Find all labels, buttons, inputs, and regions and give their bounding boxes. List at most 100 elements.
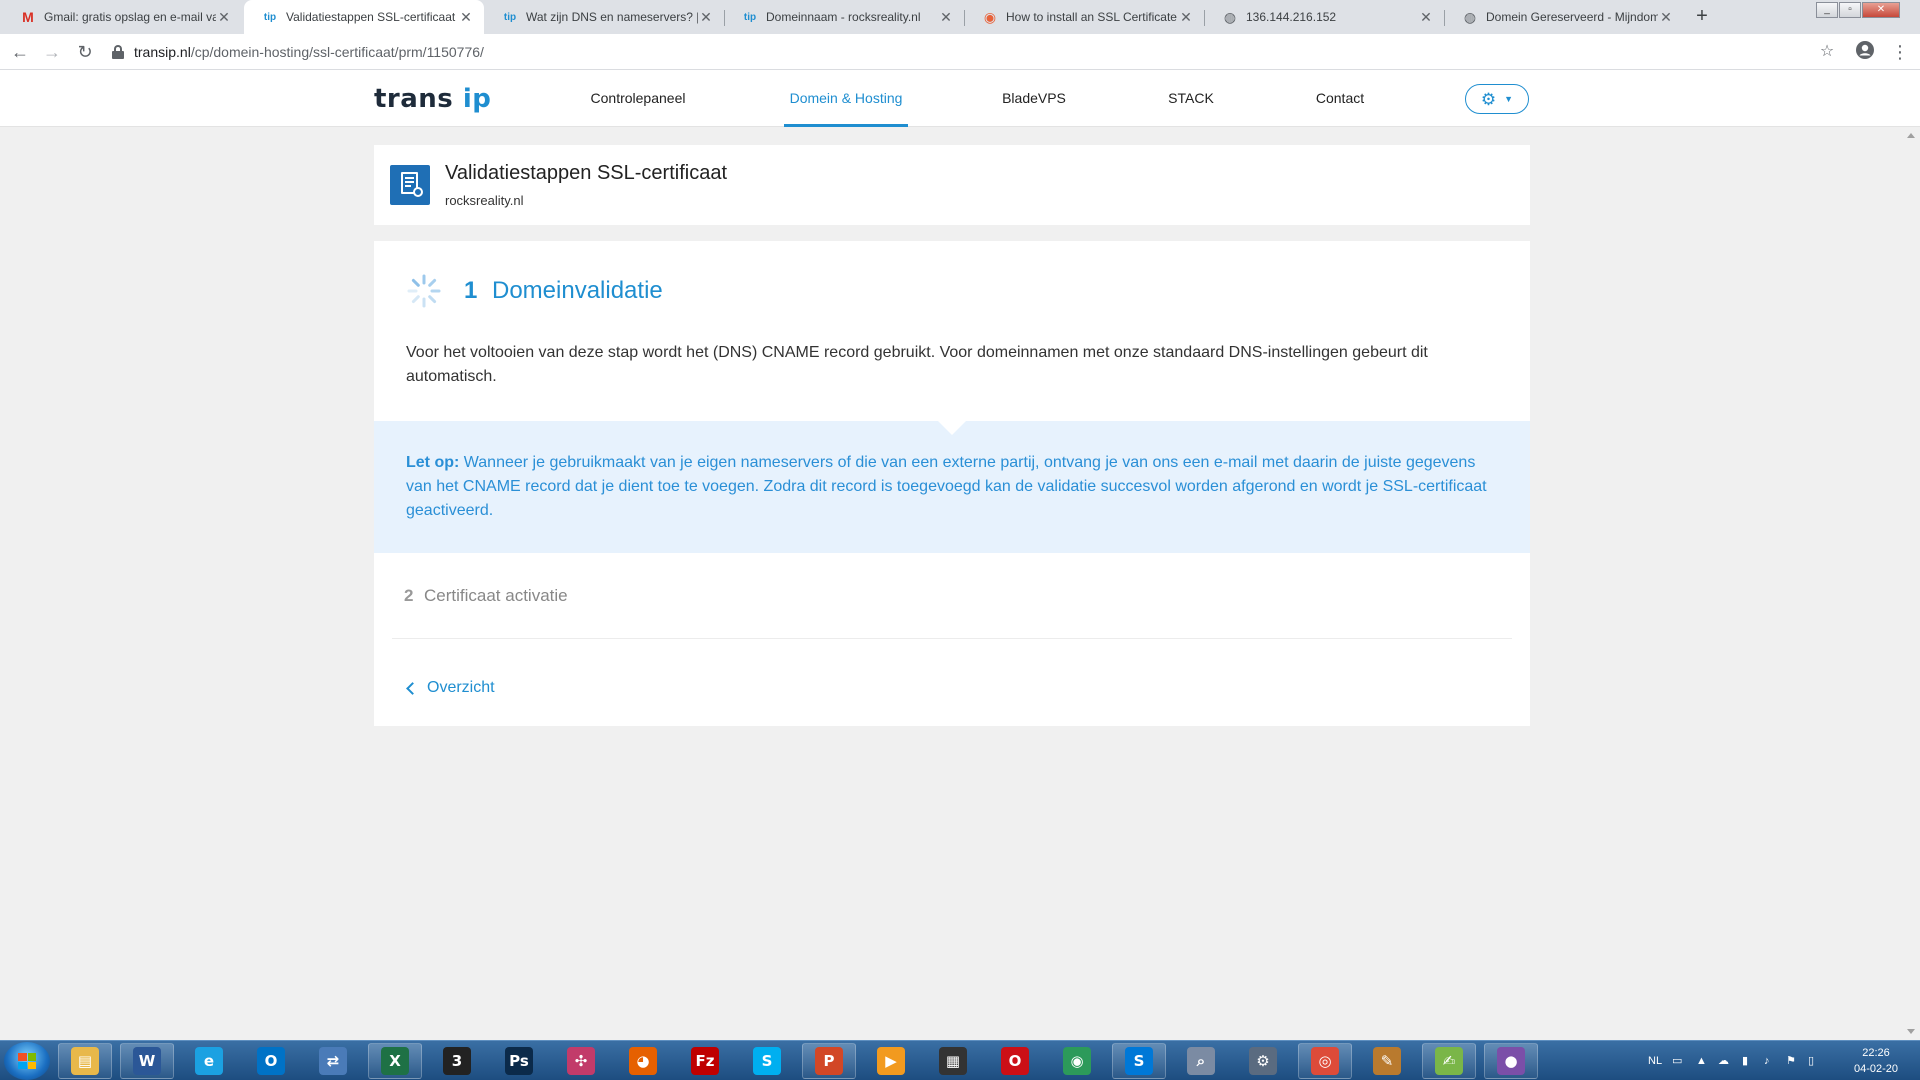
tray-flag-icon[interactable]: ⚑ [1786,1041,1796,1080]
step-1-title: Domeinvalidatie [492,277,663,304]
browser-tab-dns-nameservers[interactable]: tip Wat zijn DNS en nameservers? | T ✕ [484,0,724,34]
certificate-document-icon [390,165,430,205]
skype-icon: S [753,1047,781,1075]
app3-icon: 3 [443,1047,471,1075]
tab-close-icon[interactable]: ✕ [1178,9,1194,26]
address-bar[interactable]: transip.nl/cp/domein-hosting/ssl-certifi… [112,39,1792,65]
pen-icon: ✎ [1373,1047,1401,1075]
url-host: transip.nl [134,44,191,60]
nav-stack[interactable]: STACK [1160,70,1222,127]
transip-logo[interactable]: trans ip [374,84,491,114]
site-header: trans ip Controlepaneel Domein & Hosting… [0,70,1920,127]
tray-network-icon[interactable]: ▮ [1742,1041,1748,1080]
nav-contact[interactable]: Contact [1310,70,1370,127]
windows-taskbar: ▤ We O ⇄ X 3 Ps ✣ ◕ Fz S P ▶ ▦ O ◉ S ⌕ ⚙ ◎ ✎ ✍ ● NL ▭ ▲ ☁ ▮ ♪ … [0,1040,1920,1080]
step-2-number: 2 [404,586,414,605]
taskbar-app-globe-app[interactable]: ◉ [1050,1043,1104,1079]
back-arrow-icon[interactable]: ← [8,40,32,64]
taskbar-app-word[interactable]: W [120,1043,174,1079]
tray-cloud-icon[interactable]: ☁ [1718,1041,1729,1080]
tray-volume-icon[interactable]: ♪ [1764,1041,1770,1080]
tab-close-icon[interactable]: ✕ [938,9,954,26]
media-player-icon: ▶ [877,1047,905,1075]
reload-icon[interactable]: ↻ [73,40,97,64]
taskbar-app-notepad[interactable]: ✍ [1422,1043,1476,1079]
new-tab-button[interactable]: + [1690,5,1714,29]
overview-back-link[interactable]: Overzicht [404,679,495,697]
browser-tab-ip-address[interactable]: ◍ 136.144.216.152 ✕ [1204,0,1444,34]
tab-close-icon[interactable]: ✕ [216,9,232,26]
tray-clock[interactable]: 22:26 04-02-20 [1846,1045,1906,1077]
cat-icon: ● [1497,1047,1525,1075]
start-button[interactable] [4,1042,50,1080]
taskbar-app-app-3[interactable]: 3 [430,1043,484,1079]
taskbar-app-outlook[interactable]: O [244,1043,298,1079]
nav-domein-hosting[interactable]: Domein & Hosting [784,70,908,127]
tray-language[interactable]: NL [1648,1041,1662,1080]
browser-tab-domein-gereserveerd[interactable]: ◍ Domein Gereserveerd - Mijndom ✕ [1444,0,1684,34]
taskbar-app-sniffer[interactable]: ⌕ [1174,1043,1228,1079]
tab-close-icon[interactable]: ✕ [1418,9,1434,26]
browser-tab-install-ssl[interactable]: ◉ How to install an SSL Certificate c ✕ [964,0,1204,34]
minimize-button[interactable]: _ [1816,2,1838,18]
browser-menu-icon[interactable]: ⋮ [1888,40,1912,64]
url-path: /cp/domein-hosting/ssl-certificaat/prm/1… [190,44,484,60]
site-icon: ◉ [983,8,997,25]
step-2-title[interactable]: Certificaat activatie [424,586,568,606]
taskbar-app-app-cat[interactable]: ● [1484,1043,1538,1079]
globe-icon: ◍ [1223,8,1237,25]
taskbar-app-explorer[interactable]: ▤ [58,1043,112,1079]
profile-avatar-icon[interactable] [1853,40,1877,64]
tray-battery-icon[interactable]: ▯ [1808,1041,1814,1080]
gear-app-icon: ⚙ [1249,1047,1277,1075]
notepad-icon: ✍ [1435,1047,1463,1075]
tray-keyboard-icon[interactable]: ▭ [1672,1041,1682,1080]
taskbar-app-chrome[interactable]: ◎ [1298,1043,1352,1079]
taskbar-app-app-tool[interactable]: ✣ [554,1043,608,1079]
magnifier-icon: ⌕ [1187,1047,1215,1075]
taskbar-app-powerpoint[interactable]: P [802,1043,856,1079]
taskbar-app-filezilla[interactable]: Fz [678,1043,732,1079]
page-scrollbar[interactable] [1903,127,1920,1040]
taskbar-app-internet-explorer[interactable]: e [182,1043,236,1079]
close-window-button[interactable]: ✕ [1862,2,1900,18]
browser-tab-gmail[interactable]: M Gmail: gratis opslag en e-mail va ✕ [2,0,242,34]
tray-show-hidden-icon[interactable]: ▲ [1696,1041,1707,1080]
taskbar-app-video-editor[interactable]: ▦ [926,1043,980,1079]
taskbar-app-media-player[interactable]: ▶ [864,1043,918,1079]
page-title: Validatiestappen SSL-certificaat [445,162,728,184]
caret-down-icon: ▼ [1504,94,1514,104]
settings-dropdown-button[interactable]: ⚙ ▼ [1465,84,1529,114]
validation-steps-card: 1 Domeinvalidatie Voor het voltooien van… [374,241,1530,726]
nav-bladevps[interactable]: BladeVPS [996,70,1072,127]
nav-controlepaneel[interactable]: Controlepaneel [580,70,696,127]
lock-icon[interactable] [112,45,124,59]
taskbar-app-excel[interactable]: X [368,1043,422,1079]
bookmark-star-icon[interactable]: ☆ [1815,40,1839,64]
taskbar-app-opera[interactable]: O [988,1043,1042,1079]
taskbar-app-skype[interactable]: S [740,1043,794,1079]
taskbar-app-photoshop[interactable]: Ps [492,1043,546,1079]
notice-label: Let op: [406,454,460,471]
taskbar-app-settings[interactable]: ⚙ [1236,1043,1290,1079]
firefox-icon: ◕ [629,1047,657,1075]
outlook-icon: O [257,1047,285,1075]
transip-icon: tip [503,11,517,23]
taskbar-app-app-pen[interactable]: ✎ [1360,1043,1414,1079]
browser-tab-domeinnaam[interactable]: tip Domeinnaam - rocksreality.nl ✕ [724,0,964,34]
network-icon: ⇄ [319,1047,347,1075]
notice-body: Wanneer je gebruikmaakt van je eigen nam… [406,454,1487,519]
maximize-button[interactable]: ▫ [1839,2,1861,18]
page-header-card: Validatiestappen SSL-certificaat rocksre… [374,145,1530,225]
tab-close-icon[interactable]: ✕ [458,9,474,26]
taskbar-app-skype-business[interactable]: S [1112,1043,1166,1079]
tab-close-icon[interactable]: ✕ [1658,9,1674,26]
powerpoint-icon: P [815,1047,843,1075]
skype-business-icon: S [1125,1047,1153,1075]
tab-close-icon[interactable]: ✕ [698,9,714,26]
taskbar-app-firefox[interactable]: ◕ [616,1043,670,1079]
notice-box: Let op: Wanneer je gebruikmaakt van je e… [374,421,1530,553]
taskbar-app-network[interactable]: ⇄ [306,1043,360,1079]
browser-tab-ssl-validation[interactable]: tip Validatiestappen SSL-certificaat ✕ [244,0,484,34]
forward-arrow-icon[interactable]: → [40,40,64,64]
